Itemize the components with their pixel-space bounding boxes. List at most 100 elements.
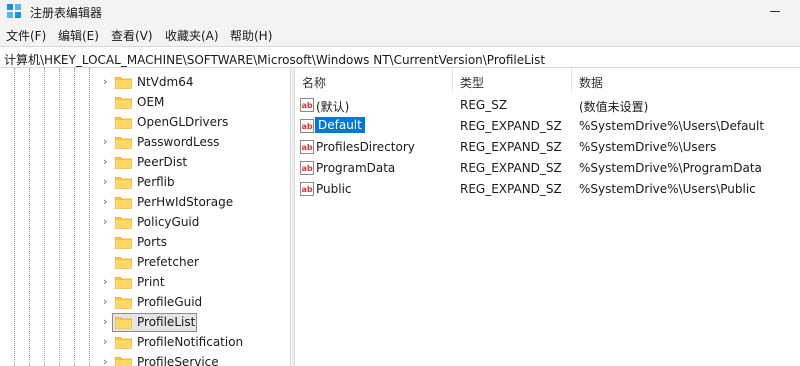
minimize-button[interactable] xyxy=(760,3,792,19)
chevron-right-icon[interactable]: › xyxy=(103,296,113,308)
chevron-right-icon[interactable]: › xyxy=(103,356,113,366)
address-bar[interactable]: 计算机\HKEY_LOCAL_MACHINE\SOFTWARE\Microsof… xyxy=(0,46,800,68)
value-name: Default xyxy=(315,117,365,133)
address-path[interactable]: 计算机\HKEY_LOCAL_MACHINE\SOFTWARE\Microsof… xyxy=(4,51,545,68)
values-pane[interactable]: 名称 类型 数据 ab (默认) REG_SZ (数值未设置) ab Default REG… xyxy=(295,68,800,366)
folder-icon xyxy=(115,177,132,189)
string-value-icon: ab xyxy=(300,161,314,175)
window-title: 注册表编辑器 xyxy=(30,6,103,20)
tree-item-label: PerHwIdStorage xyxy=(137,195,234,209)
tree-item[interactable]: › NtVdm64 xyxy=(0,72,290,92)
folder-icon xyxy=(115,117,132,129)
value-row[interactable]: ab ProfilesDirectory REG_EXPAND_SZ %SystemD… xyxy=(295,137,800,158)
tree-item-label: PolicyGuid xyxy=(137,215,200,229)
value-row[interactable]: ab Public REG_EXPAND_SZ %SystemDrive%\Users… xyxy=(295,179,800,200)
chevron-right-icon[interactable]: › xyxy=(103,176,113,188)
value-row[interactable]: ab Default REG_EXPAND_SZ %SystemDrive%\User… xyxy=(295,116,800,137)
string-value-icon: ab xyxy=(300,119,314,133)
svg-text:ab: ab xyxy=(302,143,313,152)
tree-item-label: ProfileList xyxy=(137,315,196,329)
value-row[interactable]: ab (默认) REG_SZ (数值未设置) xyxy=(295,95,800,116)
folder-icon xyxy=(115,77,132,89)
tree-item[interactable]: › ProfileGuid xyxy=(0,292,290,312)
tree-item[interactable]: Ports xyxy=(0,232,290,252)
folder-icon xyxy=(115,97,132,109)
tree-item[interactable]: › ProfileList xyxy=(0,312,290,332)
chevron-right-icon[interactable]: › xyxy=(103,156,113,168)
tree-item[interactable]: Prefetcher xyxy=(0,252,290,272)
tree-item[interactable]: › ProfileService xyxy=(0,352,290,366)
svg-text:ab: ab xyxy=(302,185,313,194)
menu-favorites[interactable]: 收藏夹(A) xyxy=(165,27,219,44)
tree-item[interactable]: OpenGLDrivers xyxy=(0,112,290,132)
string-value-icon: ab xyxy=(300,182,314,196)
tree-item-label: OpenGLDrivers xyxy=(137,115,229,129)
menu-bar: 文件(F) 编辑(E) 查看(V) 收藏夹(A) 帮助(H) xyxy=(0,22,800,46)
folder-icon xyxy=(115,297,132,309)
tree-item[interactable]: › ProfileNotification xyxy=(0,332,290,352)
folder-icon xyxy=(115,337,132,349)
folder-icon xyxy=(115,277,132,289)
value-name: ProgramData xyxy=(316,161,396,175)
folder-icon xyxy=(115,357,132,366)
value-row[interactable]: ab ProgramData REG_EXPAND_SZ %SystemDrive%\… xyxy=(295,158,800,179)
tree-item-label: ProfileGuid xyxy=(137,295,203,309)
chevron-right-icon[interactable]: › xyxy=(103,76,113,88)
chevron-right-icon[interactable]: › xyxy=(103,196,113,208)
tree-item-label: OEM xyxy=(137,95,165,109)
value-type: REG_EXPAND_SZ xyxy=(460,119,562,133)
tree-item[interactable]: › PasswordLess xyxy=(0,132,290,152)
value-data: %SystemDrive%\Users\Public xyxy=(579,182,756,196)
value-data: %SystemDrive%\ProgramData xyxy=(579,161,762,175)
column-header-type[interactable]: 类型 xyxy=(453,68,572,92)
svg-text:ab: ab xyxy=(302,164,313,173)
value-data: %SystemDrive%\Users\Default xyxy=(579,119,765,133)
tree-item[interactable]: › PeerDist xyxy=(0,152,290,172)
string-value-icon: ab xyxy=(300,98,314,112)
folder-icon xyxy=(115,217,132,229)
menu-view[interactable]: 查看(V) xyxy=(111,27,153,44)
tree-item-label: ProfileNotification xyxy=(137,335,244,349)
folder-icon xyxy=(115,137,132,149)
tree-item[interactable]: OEM xyxy=(0,92,290,112)
value-type: REG_EXPAND_SZ xyxy=(460,182,562,196)
tree-item-label: ProfileService xyxy=(137,355,219,366)
value-type: REG_EXPAND_SZ xyxy=(460,140,562,154)
chevron-right-icon[interactable]: › xyxy=(103,136,113,148)
tree-item-label: Prefetcher xyxy=(137,255,199,269)
tree-item[interactable]: › Print xyxy=(0,272,290,292)
chevron-right-icon[interactable]: › xyxy=(103,336,113,348)
tree-item-label: NtVdm64 xyxy=(137,75,194,89)
folder-icon xyxy=(115,157,132,169)
string-value-icon: ab xyxy=(300,140,314,154)
folder-icon xyxy=(115,197,132,209)
menu-edit[interactable]: 编辑(E) xyxy=(58,27,99,44)
value-name: ProfilesDirectory xyxy=(316,140,415,154)
column-header-name[interactable]: 名称 xyxy=(295,68,453,92)
tree-item[interactable]: › Perflib xyxy=(0,172,290,192)
value-data: (数值未设置) xyxy=(579,100,649,114)
svg-text:ab: ab xyxy=(302,122,313,131)
menu-help[interactable]: 帮助(H) xyxy=(230,27,272,44)
chevron-right-icon[interactable]: › xyxy=(103,316,113,328)
tree-item[interactable]: › PerHwIdStorage xyxy=(0,192,290,212)
tree-item-label: PeerDist xyxy=(137,155,188,169)
tree-item-label: Perflib xyxy=(137,175,175,189)
folder-icon xyxy=(115,237,132,249)
value-type: REG_SZ xyxy=(460,98,508,112)
tree-item[interactable]: › PolicyGuid xyxy=(0,212,290,232)
value-name: (默认) xyxy=(316,100,350,114)
value-name: Public xyxy=(316,182,352,196)
tree-item-label: Print xyxy=(137,275,165,289)
chevron-right-icon[interactable]: › xyxy=(103,276,113,288)
column-header-data[interactable]: 数据 xyxy=(572,68,800,92)
registry-editor-icon xyxy=(7,4,21,18)
menu-file[interactable]: 文件(F) xyxy=(6,27,46,44)
svg-text:ab: ab xyxy=(302,101,313,110)
tree-item-label: Ports xyxy=(137,235,168,249)
tree-item-label: PasswordLess xyxy=(137,135,220,149)
value-type: REG_EXPAND_SZ xyxy=(460,161,562,175)
chevron-right-icon[interactable]: › xyxy=(103,216,113,228)
value-data: %SystemDrive%\Users xyxy=(579,140,717,154)
key-tree[interactable]: › NtVdm64 OEM OpenGLDrivers › PasswordLess › Pe… xyxy=(0,68,290,366)
